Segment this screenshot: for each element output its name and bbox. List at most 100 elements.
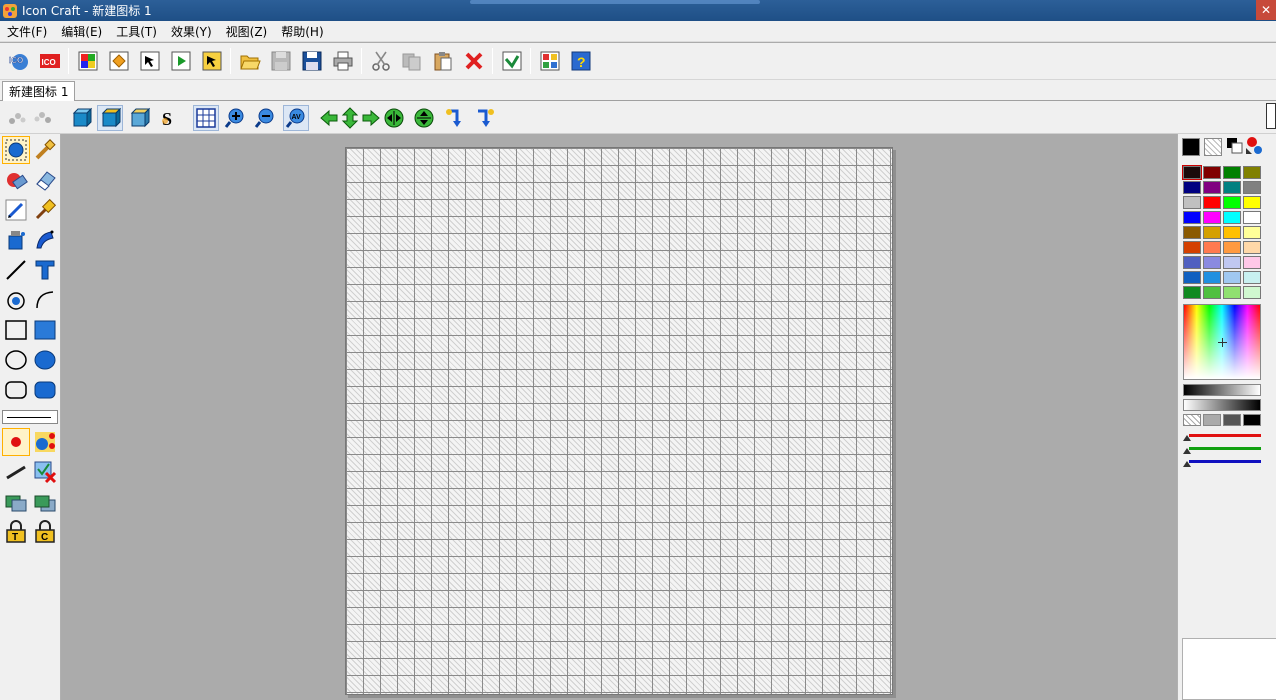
rounded-rect-tool[interactable] [2,376,30,404]
color-image-button[interactable] [74,48,101,75]
color-swatch[interactable] [1183,211,1201,224]
undo-button[interactable] [4,105,30,131]
swap-colors-icon[interactable] [1226,136,1262,158]
edit-diamond-button[interactable] [105,48,132,75]
color-swatch[interactable] [1203,181,1221,194]
layer-2-tool[interactable] [31,488,59,516]
primary-color-swatch[interactable] [1182,138,1200,156]
color-swatch[interactable] [1183,256,1201,269]
line-tool[interactable] [2,256,30,284]
color-swatch[interactable] [1223,196,1241,209]
menu-file[interactable]: 文件(F) [0,23,54,40]
color-swatch[interactable] [1203,271,1221,284]
print-button[interactable] [329,48,356,75]
color-swatch[interactable] [1243,226,1261,239]
color-swatch[interactable] [1203,286,1221,299]
rotate-left-button[interactable] [442,105,468,131]
line-width-selector[interactable] [2,410,58,424]
flip-vertical-button[interactable] [411,105,437,131]
canvas-view-2-button[interactable] [97,105,123,131]
color-swatch[interactable] [1243,256,1261,269]
arc-tool[interactable] [31,286,59,314]
tab-new-icon-1[interactable]: 新建图标 1 [2,81,76,101]
filled-rectangle-tool[interactable] [31,316,59,344]
color-swatch[interactable] [1223,241,1241,254]
eraser-tool[interactable] [2,166,30,194]
color-swatch[interactable] [1203,226,1221,239]
color-swatch[interactable] [1223,271,1241,284]
text-tool[interactable] [31,256,59,284]
save-button[interactable] [298,48,325,75]
menu-view[interactable]: 视图(Z) [219,23,275,40]
open-button[interactable] [236,48,263,75]
grid-toggle-button[interactable] [193,105,219,131]
brightness-bar[interactable] [1183,384,1261,396]
multi-point-tool[interactable] [31,428,59,456]
pattern-gray-light[interactable] [1203,414,1221,426]
color-swatch[interactable] [1223,181,1241,194]
color-swatch[interactable] [1243,166,1261,179]
redo-button[interactable] [30,105,56,131]
ico-file-button[interactable]: ICO [36,48,63,75]
color-swatch[interactable] [1203,166,1221,179]
pencil-tool[interactable] [2,196,30,224]
cut-button[interactable] [367,48,394,75]
spray-tool[interactable] [31,226,59,254]
menu-tools[interactable]: 工具(T) [109,23,164,40]
cursor-button[interactable] [136,48,163,75]
color-swatch[interactable] [1243,211,1261,224]
color-swatch[interactable] [1223,211,1241,224]
lock-c-tool[interactable]: C [31,518,59,546]
filled-ellipse-tool[interactable] [31,346,59,374]
menu-edit[interactable]: 编辑(E) [54,23,109,40]
color-swatch[interactable] [1203,196,1221,209]
color-spectrum[interactable] [1183,304,1261,380]
new-icon-button[interactable]: ICO [5,48,32,75]
color-swatch[interactable] [1203,241,1221,254]
filled-rounded-rect-tool[interactable] [31,376,59,404]
canvas-view-3-button[interactable] [126,105,152,131]
animated-cursor-button[interactable] [167,48,194,75]
copy-button[interactable] [398,48,425,75]
color-swatch[interactable] [1183,286,1201,299]
zoom-out-button[interactable] [252,105,278,131]
rectangle-tool[interactable] [2,316,30,344]
color-swatch[interactable] [1203,256,1221,269]
color-swatch[interactable] [1223,286,1241,299]
resources-button[interactable] [536,48,563,75]
close-button[interactable]: ✕ [1256,0,1276,20]
magic-wand-tool[interactable] [31,136,59,164]
color-swatch[interactable] [1183,271,1201,284]
brush-tool[interactable] [31,196,59,224]
point-tool[interactable] [2,428,30,456]
pattern-black[interactable] [1243,414,1261,426]
rotate-right-button[interactable] [473,105,499,131]
color-swatch[interactable] [1223,256,1241,269]
smudge-tool[interactable] [2,458,30,486]
color-swatch[interactable] [1183,226,1201,239]
zoom-fit-button[interactable]: AV [283,105,309,131]
color-swatch[interactable] [1183,196,1201,209]
color-swatch[interactable] [1243,286,1261,299]
shift-button[interactable]: S [156,105,182,131]
blue-slider[interactable] [1183,458,1261,469]
delete-button[interactable] [460,48,487,75]
color-swatch[interactable] [1243,241,1261,254]
color-swatch[interactable] [1223,166,1241,179]
flip-horizontal-button[interactable] [381,105,407,131]
ellipse-tool[interactable] [2,346,30,374]
canvas-view-1-button[interactable] [68,105,94,131]
green-slider[interactable] [1183,445,1261,456]
pattern-gray-dark[interactable] [1223,414,1241,426]
icon-editing-grid[interactable] [345,147,893,695]
help-button[interactable]: ? [567,48,594,75]
color-swatch[interactable] [1183,181,1201,194]
select-tool[interactable] [2,136,30,164]
check-button[interactable] [498,48,525,75]
color-swatch[interactable] [1223,226,1241,239]
transparent-tool[interactable] [31,458,59,486]
color-swatch[interactable] [1243,196,1261,209]
cursor-frame-button[interactable] [198,48,225,75]
color-swatch[interactable] [1183,241,1201,254]
color-swatch[interactable] [1243,271,1261,284]
